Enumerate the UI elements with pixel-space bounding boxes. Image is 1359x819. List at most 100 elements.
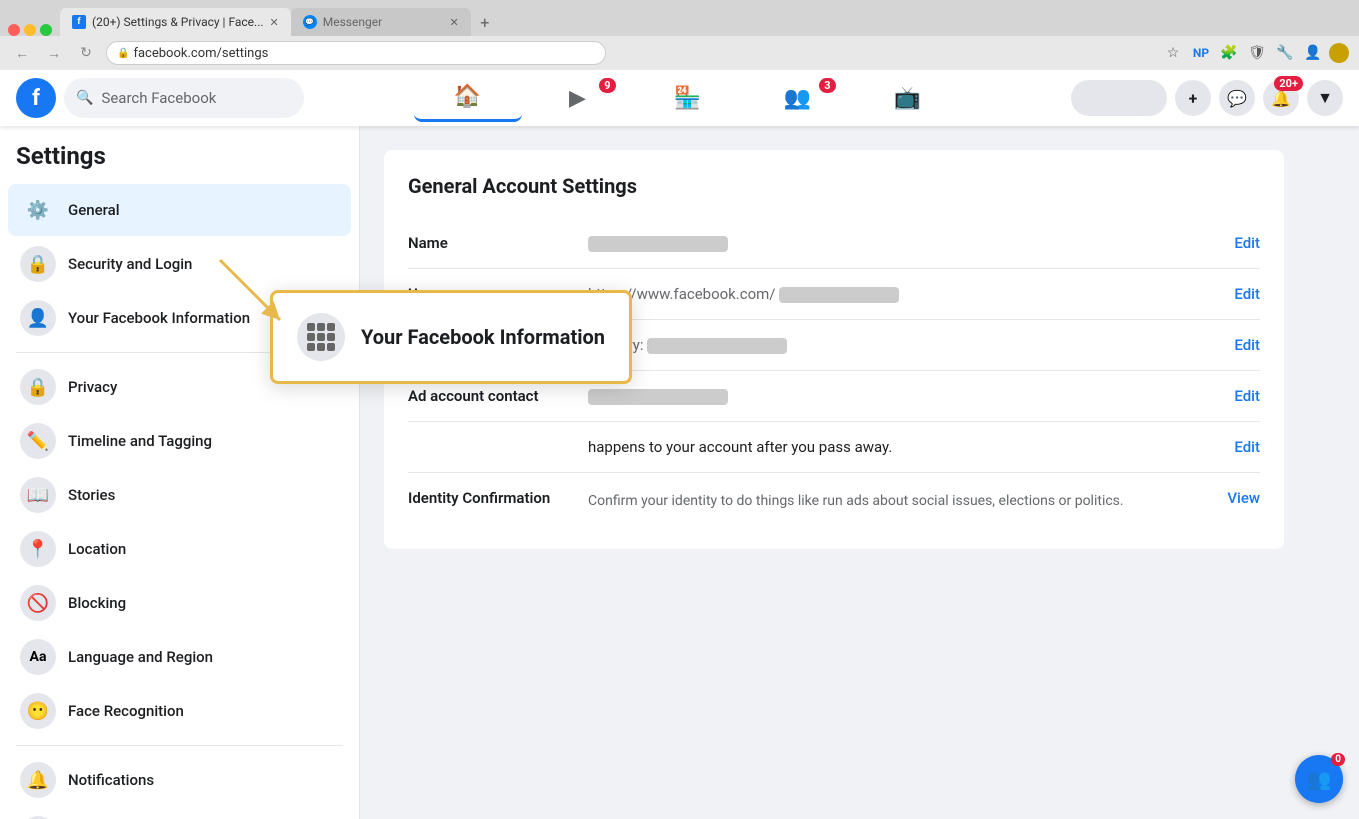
- general-icon: ⚙️: [20, 192, 56, 228]
- ad-contact-edit-button[interactable]: Edit: [1218, 387, 1260, 405]
- sidebar-item-security[interactable]: 🔒 Security and Login: [8, 238, 351, 290]
- page-layout: Settings ⚙️ General 🔒 Security and Login…: [0, 126, 1359, 819]
- search-placeholder: Search Facebook: [101, 89, 216, 107]
- address-text: facebook.com/settings: [133, 46, 268, 61]
- extension-icon[interactable]: 🧩: [1217, 41, 1241, 65]
- sidebar-item-location[interactable]: 📍 Location: [8, 523, 351, 575]
- memorialization-text: happens to your account after you pass a…: [588, 438, 892, 456]
- tab-favicon-facebook: f: [72, 15, 86, 29]
- sidebar-label-timeline: Timeline and Tagging: [68, 432, 212, 450]
- language-icon: Aa: [20, 639, 56, 675]
- gaming-icon: 📺: [894, 86, 921, 111]
- divider-2: [16, 745, 343, 746]
- account-circle-icon[interactable]: 👤: [1301, 41, 1325, 65]
- nav-watch[interactable]: ▶ 9: [524, 74, 632, 122]
- sidebar-label-location: Location: [68, 540, 126, 558]
- facebook-logo[interactable]: f: [16, 78, 56, 118]
- sidebar-item-language[interactable]: Aa Language and Region: [8, 631, 351, 683]
- notifications-button[interactable]: 🔔 20+: [1263, 80, 1299, 116]
- row-value-memorialization: happens to your account after you pass a…: [588, 438, 1218, 456]
- name-blurred: [588, 236, 728, 252]
- tooltip-box: Your Facebook Information: [270, 290, 632, 384]
- ad-contact-blurred: [588, 389, 728, 405]
- settings-row-name: Name Edit: [408, 218, 1260, 269]
- refresh-button[interactable]: ↻: [74, 41, 98, 65]
- nav-marketplace[interactable]: 🏪: [634, 74, 742, 122]
- row-label-name: Name: [408, 234, 588, 252]
- contact-edit-button[interactable]: Edit: [1218, 336, 1260, 354]
- traffic-light-red[interactable]: [8, 24, 20, 36]
- sidebar-label-blocking: Blocking: [68, 594, 126, 612]
- browser-tab-messenger[interactable]: 💬 Messenger ✕: [291, 8, 471, 36]
- tab-label-facebook: (20+) Settings & Privacy | Face...: [92, 15, 264, 29]
- tab-close-facebook[interactable]: ✕: [270, 16, 279, 29]
- browser-tab-facebook[interactable]: f (20+) Settings & Privacy | Face... ✕: [60, 8, 291, 36]
- profile-icon-nav[interactable]: NP: [1189, 41, 1213, 65]
- sidebar-item-mobile[interactable]: 📱 Mobile: [8, 808, 351, 819]
- tooltip-overlay: Your Facebook Information: [270, 290, 632, 384]
- account-dropdown-button[interactable]: ▼: [1307, 80, 1343, 116]
- tooltip-text: Your Facebook Information: [361, 325, 605, 349]
- name-edit-button[interactable]: Edit: [1218, 234, 1260, 252]
- row-label-ad-contact: Ad account contact: [408, 387, 588, 405]
- traffic-light-yellow[interactable]: [24, 24, 36, 36]
- facebook-header: f 🔍 Search Facebook 🏠 ▶ 9 🏪 👥 3 📺 + 💬 🔔 …: [0, 70, 1359, 126]
- puzzle-nav-icon[interactable]: 🔧: [1273, 41, 1297, 65]
- people-badge: 0: [1331, 753, 1345, 766]
- security-icon: 🔒: [20, 246, 56, 282]
- sidebar-item-blocking[interactable]: 🚫 Blocking: [8, 577, 351, 629]
- contact-blurred: [647, 338, 787, 354]
- watch-icon: ▶: [569, 86, 586, 111]
- sidebar-label-language: Language and Region: [68, 648, 213, 666]
- sidebar-item-timeline[interactable]: ✏️ Timeline and Tagging: [8, 415, 351, 467]
- settings-row-identity: Identity Confirmation Confirm your ident…: [408, 473, 1260, 525]
- back-button[interactable]: ←: [10, 41, 34, 65]
- messenger-button[interactable]: 💬: [1219, 80, 1255, 116]
- header-nav: 🏠 ▶ 9 🏪 👥 3 📺: [414, 74, 962, 122]
- tab-close-messenger[interactable]: ✕: [450, 16, 459, 29]
- sidebar: Settings ⚙️ General 🔒 Security and Login…: [0, 126, 360, 819]
- sidebar-label-face-recognition: Face Recognition: [68, 702, 184, 720]
- sidebar-label-stories: Stories: [68, 486, 115, 504]
- shield-nav-icon[interactable]: 🛡: [1245, 41, 1269, 65]
- browser-nav: ← → ↻ 🔒 facebook.com/settings ☆ NP 🧩 🛡 🔧…: [0, 36, 1359, 70]
- browser-chrome: f (20+) Settings & Privacy | Face... ✕ 💬…: [0, 0, 1359, 70]
- nav-groups[interactable]: 👥 3: [744, 74, 852, 122]
- sidebar-item-notifications[interactable]: 🔔 Notifications: [8, 754, 351, 806]
- traffic-light-green[interactable]: [40, 24, 52, 36]
- circle-icon[interactable]: [1329, 43, 1349, 63]
- sidebar-item-stories[interactable]: 📖 Stories: [8, 469, 351, 521]
- add-button[interactable]: +: [1175, 80, 1211, 116]
- marketplace-icon: 🏪: [674, 86, 701, 111]
- star-icon[interactable]: ☆: [1161, 41, 1185, 65]
- sidebar-item-general[interactable]: ⚙️ General: [8, 184, 351, 236]
- main-content: General Account Settings Name Edit Usern…: [360, 126, 1359, 819]
- username-edit-button[interactable]: Edit: [1218, 285, 1260, 303]
- identity-view-button[interactable]: View: [1211, 489, 1260, 507]
- row-label-identity: Identity Confirmation: [408, 489, 588, 507]
- nav-gaming[interactable]: 📺: [854, 74, 962, 122]
- timeline-icon: ✏️: [20, 423, 56, 459]
- tooltip-grid-icon: [305, 321, 337, 353]
- forward-button[interactable]: →: [42, 41, 66, 65]
- identity-desc: Confirm your identity to do things like …: [588, 493, 1211, 509]
- search-icon: 🔍: [76, 90, 93, 106]
- settings-card-title: General Account Settings: [408, 174, 1260, 198]
- bottom-right-people-button[interactable]: 👥 0: [1295, 755, 1343, 803]
- nav-home[interactable]: 🏠: [414, 74, 522, 122]
- tab-favicon-messenger: 💬: [303, 15, 317, 29]
- tooltip-icon: [297, 313, 345, 361]
- people-icon: 👥: [1307, 767, 1332, 791]
- privacy-icon: 🔒: [20, 369, 56, 405]
- sidebar-item-face-recognition[interactable]: 😶 Face Recognition: [8, 685, 351, 737]
- search-bar[interactable]: 🔍 Search Facebook: [64, 78, 304, 118]
- sidebar-label-security: Security and Login: [68, 255, 192, 273]
- blocking-icon: 🚫: [20, 585, 56, 621]
- address-bar[interactable]: 🔒 facebook.com/settings: [106, 41, 606, 65]
- new-tab-button[interactable]: +: [471, 8, 499, 36]
- sidebar-label-notifications: Notifications: [68, 771, 154, 789]
- browser-nav-icons: ☆ NP 🧩 🛡 🔧 👤: [1161, 41, 1349, 65]
- header-avatar-area: [1071, 80, 1167, 116]
- memorialization-edit-button[interactable]: Edit: [1218, 438, 1260, 456]
- groups-badge: 3: [819, 78, 835, 93]
